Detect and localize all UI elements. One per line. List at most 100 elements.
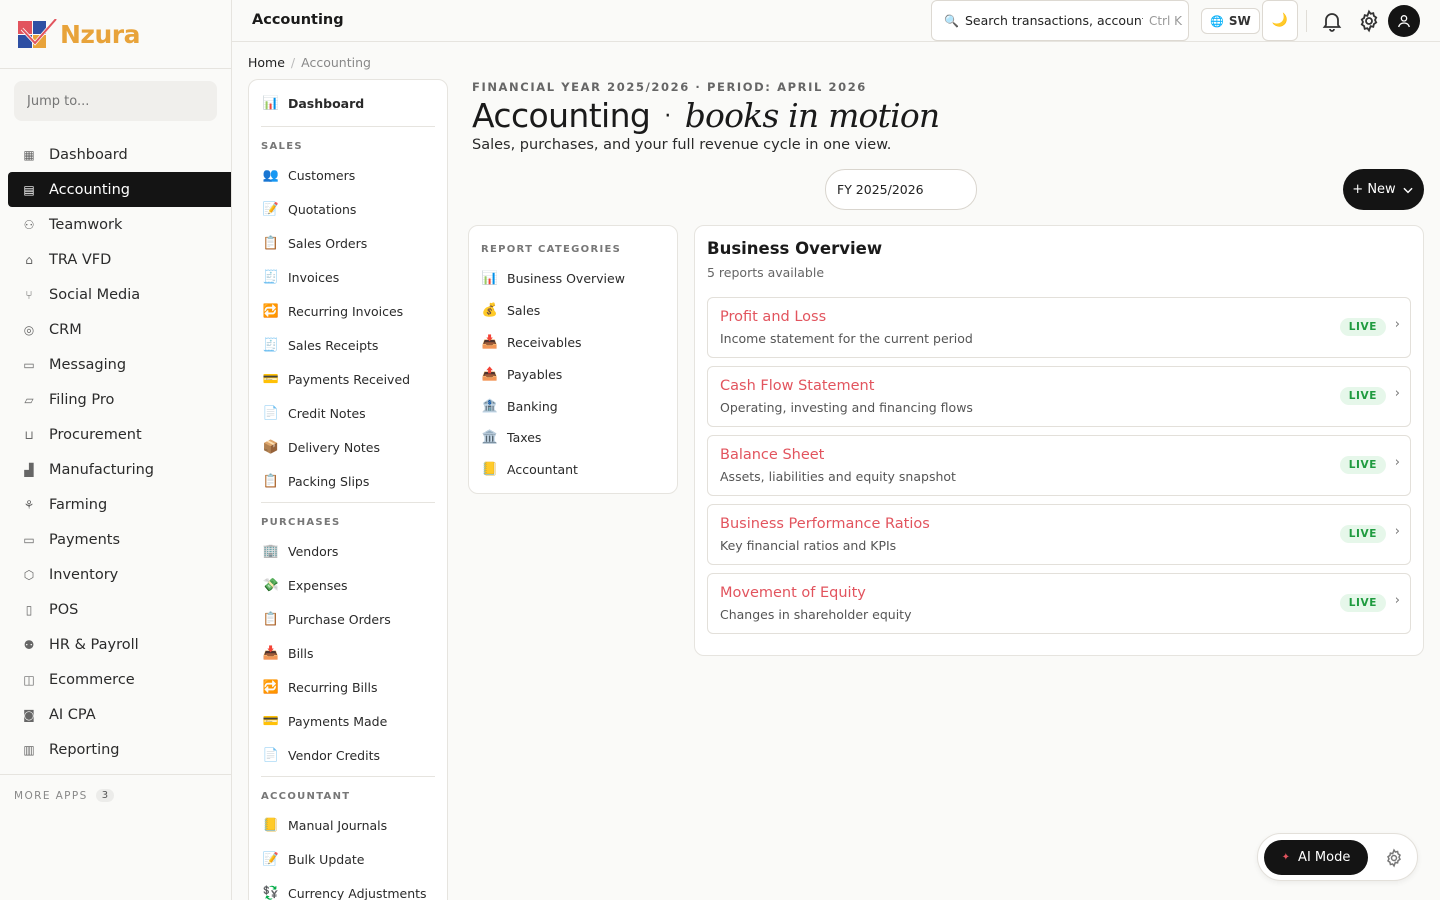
report-name[interactable]: Movement of Equity [720, 585, 866, 601]
category-emoji-icon: 🏦 [481, 398, 499, 414]
subnav-item-bulk-update[interactable]: 📝 Bulk Update [249, 842, 447, 876]
subnav-item-bills[interactable]: 📥 Bills [249, 636, 447, 670]
user-x-icon: ⚉ [23, 637, 35, 652]
global-search[interactable]: 🔍 Search transactions, accounts... Ctrl … [931, 0, 1189, 41]
report-card-business-performance-ratios[interactable]: Business Performance Ratios Key financial… [707, 504, 1411, 565]
sidebar-item-dashboard[interactable]: ▦ Dashboard [8, 137, 231, 172]
report-card-cash-flow-statement[interactable]: Cash Flow Statement Operating, investing … [707, 366, 1411, 427]
subnav-dashboard[interactable]: 📊 Dashboard [249, 80, 447, 126]
theme-toggle-button[interactable]: 🌙 [1262, 0, 1298, 41]
sidebar-item-tra-vfd[interactable]: ⌂ TRA VFD [8, 242, 231, 277]
sidebar-item-procurement[interactable]: ⊔ Procurement [8, 417, 231, 452]
report-name[interactable]: Balance Sheet [720, 447, 824, 463]
category-banking[interactable]: 🏦 Banking [481, 390, 671, 422]
jump-to-input[interactable] [14, 81, 217, 121]
more-apps-label: MORE APPS [14, 789, 88, 802]
subnav-item-customers[interactable]: 👥 Customers [249, 158, 447, 192]
search-shortcut: Ctrl K [1148, 13, 1182, 28]
subnav-item-vendors[interactable]: 🏢 Vendors [249, 534, 447, 568]
breadcrumb-home[interactable]: Home [248, 55, 285, 70]
sidebar-item-accounting[interactable]: ▤ Accounting [8, 172, 231, 207]
subnav-item-recurring-bills[interactable]: 🔁 Recurring Bills [249, 670, 447, 704]
sidebar-item-inventory[interactable]: ⬡ Inventory [8, 557, 231, 592]
sidebar-item-manufacturing[interactable]: ▟ Manufacturing [8, 452, 231, 487]
subnav-item-expenses[interactable]: 💸 Expenses [249, 568, 447, 602]
report-card-movement-of-equity[interactable]: Movement of Equity Changes in shareholder… [707, 573, 1411, 634]
sidebar-item-filing-pro[interactable]: ▱ Filing Pro [8, 382, 231, 417]
category-label: Banking [507, 398, 558, 414]
category-business-overview[interactable]: 📊 Business Overview [481, 263, 671, 295]
category-accountant[interactable]: 📒 Accountant [481, 454, 671, 486]
sidebar-item-ecommerce[interactable]: ◫ Ecommerce [8, 662, 231, 697]
subnav-item-credit-notes[interactable]: 📄 Credit Notes [249, 396, 447, 430]
category-payables[interactable]: 📤 Payables [481, 358, 671, 390]
settings-gear-icon[interactable] [1357, 9, 1381, 33]
sidebar-item-crm[interactable]: ◎ CRM [8, 312, 231, 347]
category-receivables[interactable]: 📥 Receivables [481, 327, 671, 359]
category-sales[interactable]: 💰 Sales [481, 295, 671, 327]
report-name[interactable]: Profit and Loss [720, 309, 826, 325]
folder-icon: ▱ [24, 392, 34, 407]
category-label: Business Overview [507, 271, 625, 287]
sidebar-item-payments[interactable]: ▭ Payments [8, 522, 231, 557]
subnav-item-vendor-credits[interactable]: 📄 Vendor Credits [249, 738, 447, 772]
subnav-item-sales-orders[interactable]: 📋 Sales Orders [249, 226, 447, 260]
subnav-item-quotations[interactable]: 📝 Quotations [249, 192, 447, 226]
language-code: SW [1228, 14, 1251, 28]
report-list: Profit and Loss Income statement for the … [707, 297, 1411, 642]
sidebar-item-label: Teamwork [49, 216, 123, 233]
subnav-item-payments-received[interactable]: 💳 Payments Received [249, 362, 447, 396]
category-taxes[interactable]: 🏛️ Taxes [481, 422, 671, 454]
report-name[interactable]: Business Performance Ratios [720, 516, 930, 532]
category-label: Payables [507, 366, 563, 382]
period-eyebrow: FINANCIAL YEAR 2025/2026 · PERIOD: APRIL… [472, 80, 867, 94]
brand-name: Nzura [60, 19, 140, 49]
brand-logo[interactable]: Nzura [0, 0, 231, 69]
report-name[interactable]: Cash Flow Statement [720, 378, 874, 394]
report-card-profit-and-loss[interactable]: Profit and Loss Income statement for the … [707, 297, 1411, 358]
sidebar-item-label: Filing Pro [49, 391, 115, 408]
category-label: Receivables [507, 334, 582, 350]
user-avatar[interactable] [1388, 5, 1420, 37]
subnav-section-title: PURCHASES [261, 517, 341, 528]
sidebar-item-label: POS [49, 601, 79, 618]
ai-mode-button[interactable]: ✦ AI Mode [1264, 840, 1368, 875]
subnav-item-delivery-notes[interactable]: 📦 Delivery Notes [249, 430, 447, 464]
page-title-main: Accounting [472, 96, 651, 135]
sidebar-item-reporting[interactable]: ▥ Reporting [8, 732, 231, 767]
fiscal-year-select[interactable]: FY 2025/2026 [825, 169, 977, 210]
subnav-item-label: Bills [288, 645, 314, 661]
report-card-balance-sheet[interactable]: Balance Sheet Assets, liabilities and equ… [707, 435, 1411, 496]
bot-icon: ◙ [23, 707, 35, 722]
more-apps[interactable]: MORE APPS 3 [0, 774, 231, 816]
sidebar-item-label: AI CPA [49, 706, 96, 723]
business-overview-panel: Business Overview 5 reports available Pr… [694, 225, 1424, 656]
subnav-item-label: Manual Journals [288, 817, 388, 833]
subnav-item-label: Vendor Credits [288, 747, 380, 763]
subnav-item-sales-receipts[interactable]: 🧾 Sales Receipts [249, 328, 447, 362]
ai-settings-gear-icon[interactable] [1384, 848, 1404, 868]
sidebar-item-farming[interactable]: ⚘ Farming [8, 487, 231, 522]
sidebar-item-messaging[interactable]: ▭ Messaging [8, 347, 231, 382]
subnav-emoji-icon: 👥 [262, 167, 280, 183]
subnav-item-currency-adjustments[interactable]: 💱 Currency Adjustments [249, 876, 447, 900]
sidebar-item-teamwork[interactable]: ⚇ Teamwork [8, 207, 231, 242]
new-button[interactable]: + New [1343, 169, 1424, 210]
sidebar-item-social-media[interactable]: ⑂ Social Media [8, 277, 231, 312]
sidebar-item-ai-cpa[interactable]: ◙ AI CPA [8, 697, 231, 732]
sidebar-item-pos[interactable]: ▯ POS [8, 592, 231, 627]
subnav-item-payments-made[interactable]: 💳 Payments Made [249, 704, 447, 738]
subnav-item-label: Bulk Update [288, 851, 365, 867]
language-button[interactable]: 🌐 SW [1201, 8, 1260, 34]
subnav-item-invoices[interactable]: 🧾 Invoices [249, 260, 447, 294]
subnav-item-purchase-orders[interactable]: 📋 Purchase Orders [249, 602, 447, 636]
subnav-item-label: Packing Slips [288, 473, 370, 489]
subnav-item-manual-journals[interactable]: 📒 Manual Journals [249, 808, 447, 842]
sidebar-item-label: Reporting [49, 741, 120, 758]
breadcrumb-separator: / [290, 55, 296, 70]
subnav-item-recurring-invoices[interactable]: 🔁 Recurring Invoices [249, 294, 447, 328]
subnav-item-packing-slips[interactable]: 📋 Packing Slips [249, 464, 447, 498]
bell-icon[interactable] [1320, 9, 1344, 33]
sidebar-item-label: Payments [49, 531, 121, 548]
sidebar-item-hr-payroll[interactable]: ⚉ HR & Payroll [8, 627, 231, 662]
